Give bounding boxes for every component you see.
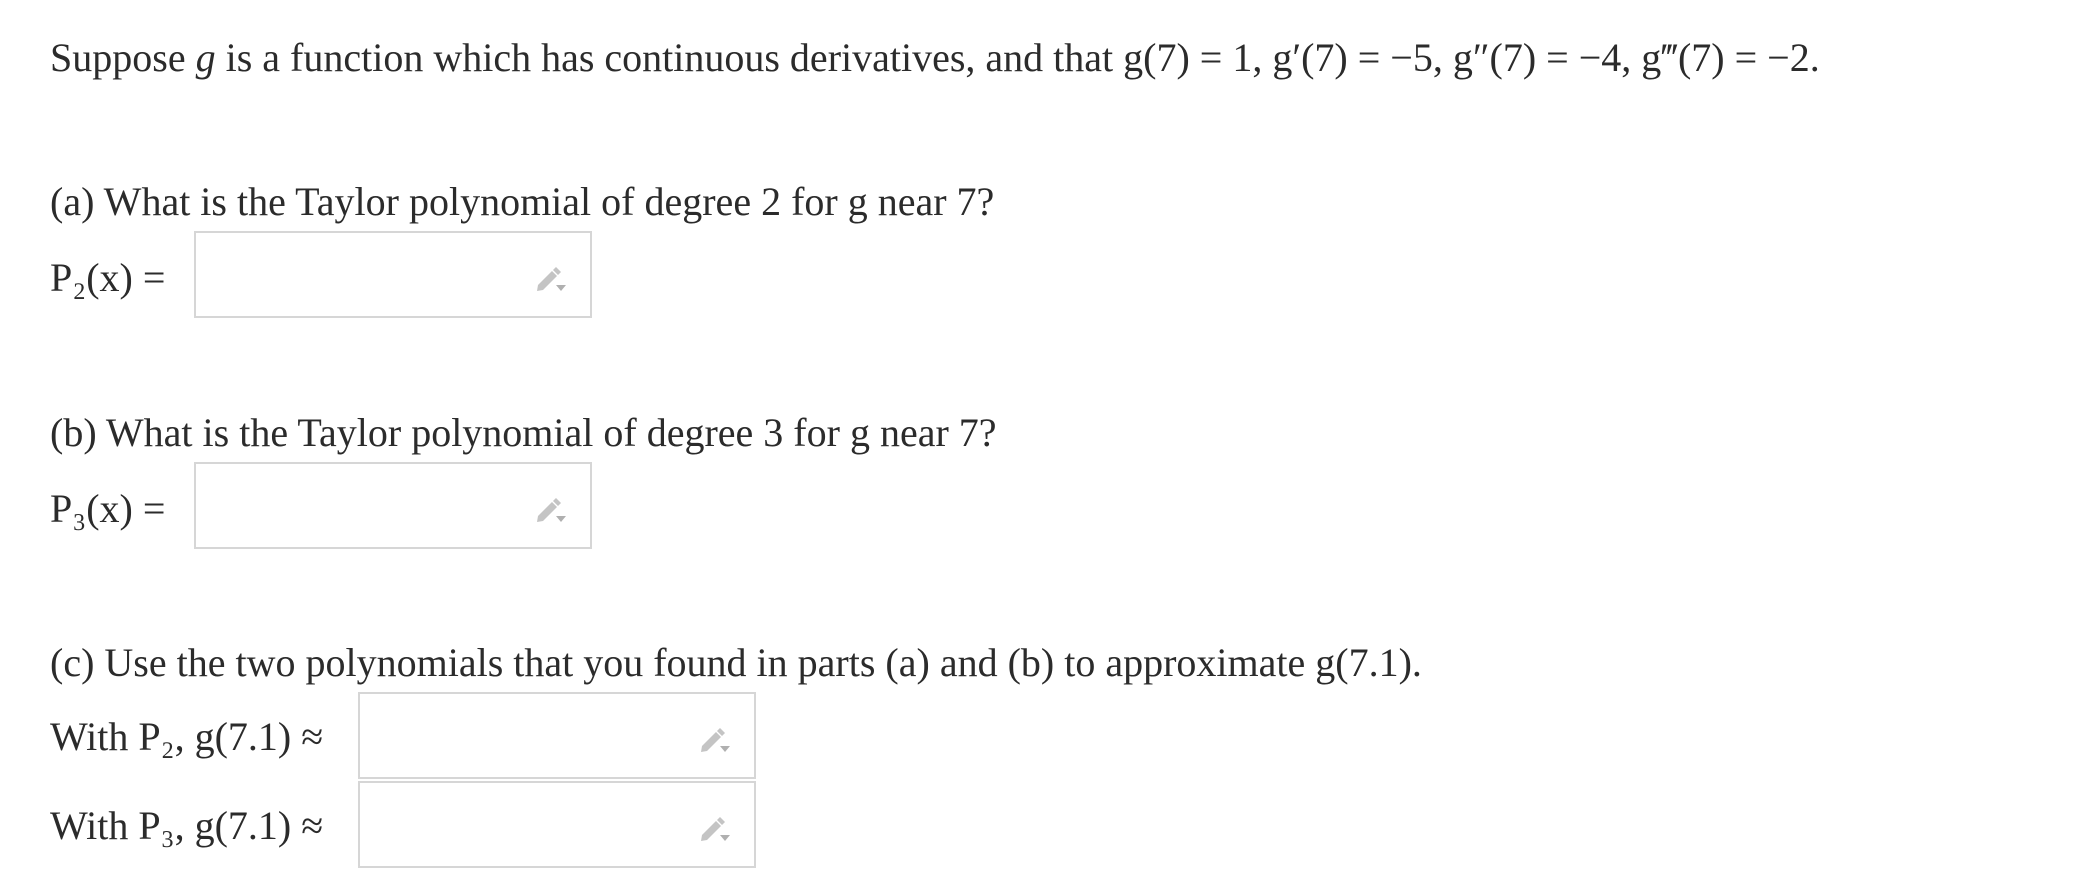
with-p3-label: With P₃, g(7.1) ≈ — [50, 803, 324, 848]
pencil-dropdown-icon[interactable] — [698, 813, 732, 843]
part-a-question: (a) What is the Taylor polynomial of deg… — [50, 182, 994, 222]
part-c-marker: (c) — [50, 640, 95, 685]
function-name: g — [195, 35, 216, 80]
p3-approx-input[interactable] — [358, 781, 756, 868]
with-p2-label: With P₂, g(7.1) ≈ — [50, 714, 324, 759]
pencil-dropdown-icon[interactable] — [698, 724, 732, 754]
p2-approx-input[interactable] — [358, 692, 756, 779]
p3-label: P₃(x) = — [50, 486, 166, 531]
part-a-marker: (a) — [50, 179, 95, 224]
pencil-dropdown-icon[interactable] — [534, 263, 568, 293]
part-c-text: Use the two polynomials that you found i… — [94, 640, 1422, 685]
part-b-text: What is the Taylor polynomial of degree … — [96, 410, 997, 455]
p2-label: P₂(x) = — [50, 255, 166, 300]
part-a-text: What is the Taylor polynomial of degree … — [94, 179, 995, 224]
part-b-marker: (b) — [50, 410, 97, 455]
part-b-question: (b) What is the Taylor polynomial of deg… — [50, 413, 997, 453]
intro-text-mid: is a function which has continuous deriv… — [215, 35, 1124, 80]
pencil-dropdown-icon[interactable] — [534, 494, 568, 524]
part-c-question: (c) Use the two polynomials that you fou… — [50, 643, 1422, 683]
problem-statement: Suppose g is a function which has contin… — [50, 38, 1820, 78]
derivative-values: g(7) = 1, g′(7) = −5, g″(7) = −4, g‴(7) … — [1123, 35, 1820, 80]
p3-answer-input[interactable] — [194, 462, 592, 549]
p2-answer-input[interactable] — [194, 231, 592, 318]
intro-text-start: Suppose — [50, 35, 196, 80]
